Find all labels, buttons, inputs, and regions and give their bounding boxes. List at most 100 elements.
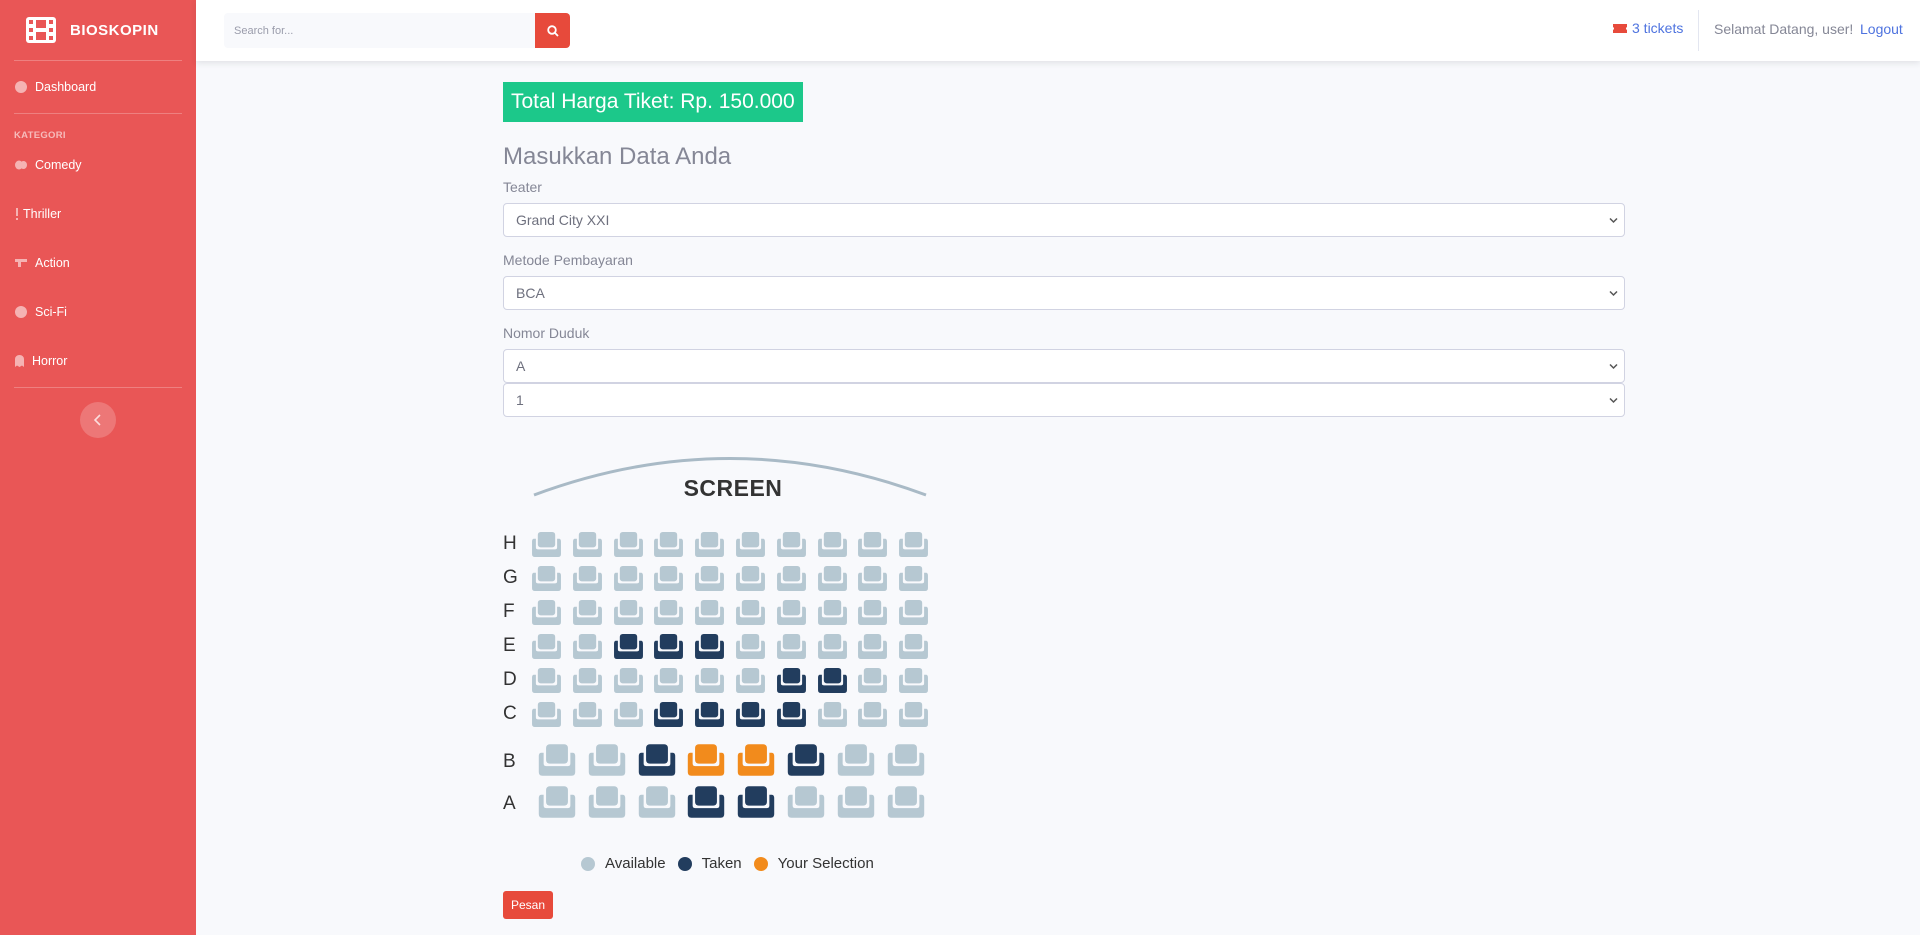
seat-E2-available[interactable] — [571, 633, 604, 665]
seat-E1-available[interactable] — [530, 633, 563, 665]
seat-H3-available[interactable] — [612, 531, 645, 563]
seat-C3-available[interactable] — [612, 701, 645, 733]
search-button[interactable] — [535, 13, 570, 48]
sidebar-item-thriller[interactable]: Thriller — [0, 185, 196, 243]
seat-D7-taken — [775, 667, 808, 699]
seat-H7-available[interactable] — [775, 531, 808, 563]
sidebar-item-action[interactable]: Action — [0, 243, 196, 283]
brand-name: BIOSKOPIN — [70, 21, 159, 39]
payment-select[interactable]: BCA — [503, 276, 1625, 310]
seat-icon — [887, 786, 924, 818]
seat-C7-taken — [775, 701, 808, 733]
seat-D1-available[interactable] — [530, 667, 563, 699]
tickets-link[interactable]: 3 tickets — [1612, 20, 1683, 36]
seat-number-select[interactable]: 1 — [503, 383, 1625, 417]
brand[interactable]: BIOSKOPIN — [0, 0, 196, 60]
seat-D3-available[interactable] — [612, 667, 645, 699]
seat-C8-available[interactable] — [816, 701, 849, 733]
seat-icon — [532, 599, 561, 626]
seat-G5-available[interactable] — [693, 565, 726, 597]
seat-F10-available[interactable] — [897, 599, 930, 631]
seat-G3-available[interactable] — [612, 565, 645, 597]
seat-H8-available[interactable] — [816, 531, 849, 563]
seat-icon — [572, 667, 602, 694]
seat-F5-available[interactable] — [693, 599, 726, 631]
seat-icon — [695, 667, 725, 694]
submit-button[interactable]: Pesan — [503, 891, 554, 919]
seat-E8-available[interactable] — [816, 633, 849, 665]
seat-G10-available[interactable] — [897, 565, 930, 597]
seat-icon — [736, 565, 765, 592]
seat-G2-available[interactable] — [571, 565, 604, 597]
seat-C5-taken — [693, 701, 726, 733]
seat-E7-available[interactable] — [775, 633, 808, 665]
seat-H6-available[interactable] — [734, 531, 767, 563]
seat-B7-available[interactable] — [835, 743, 877, 782]
seat-H1-available[interactable] — [530, 531, 563, 563]
seat-B5-selected[interactable] — [735, 743, 777, 782]
seat-row-select[interactable]: A — [503, 349, 1625, 383]
total-price-badge: Total Harga Tiket: Rp. 150.000 — [503, 82, 803, 122]
seat-A3-available[interactable] — [636, 785, 678, 824]
seat-F8-available[interactable] — [816, 599, 849, 631]
seat-D2-available[interactable] — [571, 667, 604, 699]
seat-E4-taken — [652, 633, 685, 665]
seat-F2-available[interactable] — [571, 599, 604, 631]
seat-D4-available[interactable] — [652, 667, 685, 699]
legend-taken-label: Taken — [701, 855, 742, 872]
sidebar-toggle-button[interactable] — [80, 402, 116, 438]
seat-G8-available[interactable] — [816, 565, 849, 597]
seat-G7-available[interactable] — [775, 565, 808, 597]
search-input[interactable] — [224, 13, 535, 48]
seat-B8-available[interactable] — [885, 743, 927, 782]
seat-F9-available[interactable] — [856, 599, 889, 631]
seat-E9-available[interactable] — [856, 633, 889, 665]
seat-F7-available[interactable] — [775, 599, 808, 631]
seat-H9-available[interactable] — [856, 531, 889, 563]
seat-H2-available[interactable] — [571, 531, 604, 563]
seat-C10-available[interactable] — [897, 701, 930, 733]
logout-link[interactable]: Logout — [1860, 21, 1903, 37]
seat-D10-available[interactable] — [897, 667, 930, 699]
topbar-divider — [1698, 10, 1699, 51]
sidebar-item-horror[interactable]: Horror — [0, 341, 196, 381]
seat-D5-available[interactable] — [693, 667, 726, 699]
seat-C2-available[interactable] — [571, 701, 604, 733]
seat-F6-available[interactable] — [734, 599, 767, 631]
seat-H4-available[interactable] — [652, 531, 685, 563]
seat-B4-selected[interactable] — [685, 743, 727, 782]
seat-C9-available[interactable] — [856, 701, 889, 733]
seat-label: Nomor Duduk — [503, 325, 590, 341]
seat-A7-available[interactable] — [835, 785, 877, 824]
seat-icon — [654, 565, 684, 592]
teater-select[interactable]: Grand City XXI — [503, 203, 1625, 237]
seat-icon — [899, 701, 929, 728]
seat-B2-available[interactable] — [586, 743, 628, 782]
seat-icon — [736, 599, 765, 626]
seat-A8-available[interactable] — [885, 785, 927, 824]
seat-E6-available[interactable] — [734, 633, 767, 665]
seat-icon — [613, 565, 643, 592]
seat-D9-available[interactable] — [856, 667, 889, 699]
seat-icon — [654, 599, 684, 626]
seat-G4-available[interactable] — [652, 565, 685, 597]
seat-B1-available[interactable] — [536, 743, 578, 782]
seat-F3-available[interactable] — [612, 599, 645, 631]
seat-D6-available[interactable] — [734, 667, 767, 699]
seat-H10-available[interactable] — [897, 531, 930, 563]
sidebar-item-comedy[interactable]: Comedy — [0, 145, 196, 185]
seat-G1-available[interactable] — [530, 565, 563, 597]
seat-F4-available[interactable] — [652, 599, 685, 631]
seat-E10-available[interactable] — [897, 633, 930, 665]
seat-A2-available[interactable] — [586, 785, 628, 824]
sidebar-item-scifi[interactable]: Sci-Fi — [0, 283, 196, 341]
seat-A1-available[interactable] — [536, 785, 578, 824]
seat-A6-available[interactable] — [785, 785, 827, 824]
sidebar-item-dashboard[interactable]: Dashboard — [0, 61, 196, 113]
seat-G6-available[interactable] — [734, 565, 767, 597]
seat-F1-available[interactable] — [530, 599, 563, 631]
seat-H5-available[interactable] — [693, 531, 726, 563]
seat-G9-available[interactable] — [856, 565, 889, 597]
seat-C1-available[interactable] — [530, 701, 563, 733]
sidebar: BIOSKOPIN Dashboard KATEGORI Comedy Thri… — [0, 0, 196, 935]
